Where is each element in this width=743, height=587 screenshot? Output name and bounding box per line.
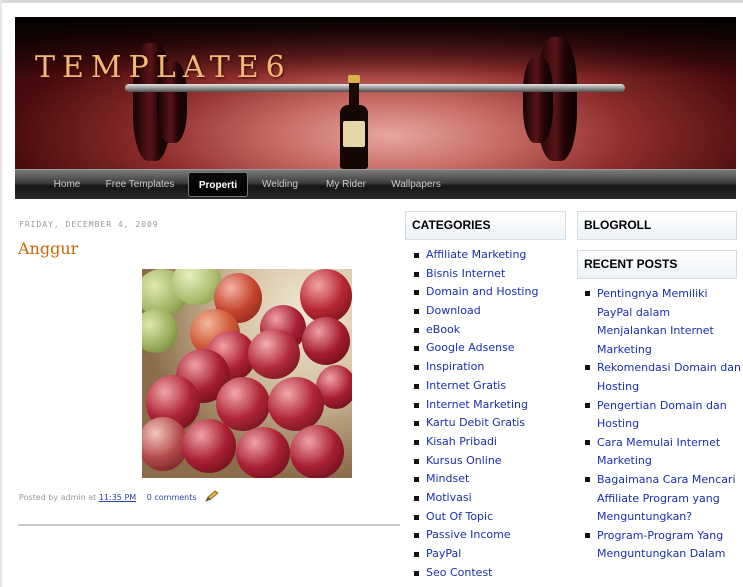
recent-post-item[interactable]: Program-Program Yang Menguntungkan Dalam [585, 527, 741, 564]
main-navigation: Home Free Templates Properti Welding My … [15, 169, 736, 199]
post-comments-link[interactable]: 0 comments [147, 493, 197, 502]
nav-item-my-rider[interactable]: My Rider [319, 172, 373, 197]
window-top-border [0, 0, 743, 3]
post-image-grapes [142, 269, 352, 478]
recent-post-item[interactable]: Cara Memulai Internet Marketing [585, 434, 741, 471]
category-item[interactable]: Out Of Topic [414, 508, 538, 527]
recent-post-item[interactable]: Rekomendasi Domain dan Hosting [585, 359, 741, 396]
beer-bottle-icon [340, 75, 368, 169]
categories-heading: CATEGORIES [405, 211, 566, 240]
category-item[interactable]: Seo Contest [414, 564, 538, 583]
header-banner[interactable]: TEMPLATE6 [15, 17, 736, 169]
recent-post-item[interactable]: Pentingnya Memiliki PayPal dalam Menjala… [585, 285, 741, 359]
category-item[interactable]: Kursus Online [414, 452, 538, 471]
pencil-icon[interactable] [205, 490, 219, 502]
category-item[interactable]: Kartu Debit Gratis [414, 414, 538, 433]
blogroll-heading: BLOGROLL [577, 211, 737, 240]
post-date: FRIDAY, DECEMBER 4, 2009 [19, 220, 159, 229]
post-title[interactable]: Anggur [18, 239, 78, 258]
post-time-link[interactable]: 11:35 PM [99, 493, 136, 502]
post-footer: Posted by admin at 11:35 PM 0 comments [19, 493, 197, 502]
category-item[interactable]: Internet Marketing [414, 396, 538, 415]
category-item[interactable]: eBook [414, 321, 538, 340]
category-item[interactable]: Inspiration [414, 358, 538, 377]
blog-title[interactable]: TEMPLATE6 [35, 50, 292, 85]
nav-item-free-templates[interactable]: Free Templates [101, 172, 179, 197]
window-left-border [0, 0, 2, 587]
recent-posts-heading: RECENT POSTS [577, 250, 737, 279]
category-item[interactable]: Internet Gratis [414, 377, 538, 396]
category-item[interactable]: Domain and Hosting [414, 283, 538, 302]
category-item[interactable]: Kisah Pribadi [414, 433, 538, 452]
category-item[interactable]: Bisnis Internet [414, 265, 538, 284]
category-item[interactable]: Download [414, 302, 538, 321]
category-item[interactable]: Google Adsense [414, 339, 538, 358]
category-item[interactable]: Affiliate Marketing [414, 246, 538, 265]
barbell-bar-icon [125, 84, 625, 92]
recent-post-item[interactable]: Pengertian Domain dan Hosting [585, 397, 741, 434]
category-item[interactable]: Passive Income [414, 526, 538, 545]
nav-item-home[interactable]: Home [45, 172, 89, 197]
categories-list: Affiliate Marketing Bisnis Internet Doma… [414, 246, 538, 582]
recent-posts-list: Pentingnya Memiliki PayPal dalam Menjala… [585, 285, 741, 564]
category-item[interactable]: PayPal [414, 545, 538, 564]
nav-item-properti[interactable]: Properti [188, 172, 248, 197]
post-divider [18, 524, 400, 526]
category-item[interactable]: Motivasi [414, 489, 538, 508]
nav-item-welding[interactable]: Welding [255, 172, 305, 197]
barbell-right-inner-plate-icon [523, 57, 553, 143]
posted-by-label: Posted by admin at [19, 493, 97, 502]
category-item[interactable]: Mindset [414, 470, 538, 489]
nav-item-wallpapers[interactable]: Wallpapers [385, 172, 447, 197]
recent-post-item[interactable]: Bagaimana Cara Mencari Affiliate Program… [585, 471, 741, 527]
